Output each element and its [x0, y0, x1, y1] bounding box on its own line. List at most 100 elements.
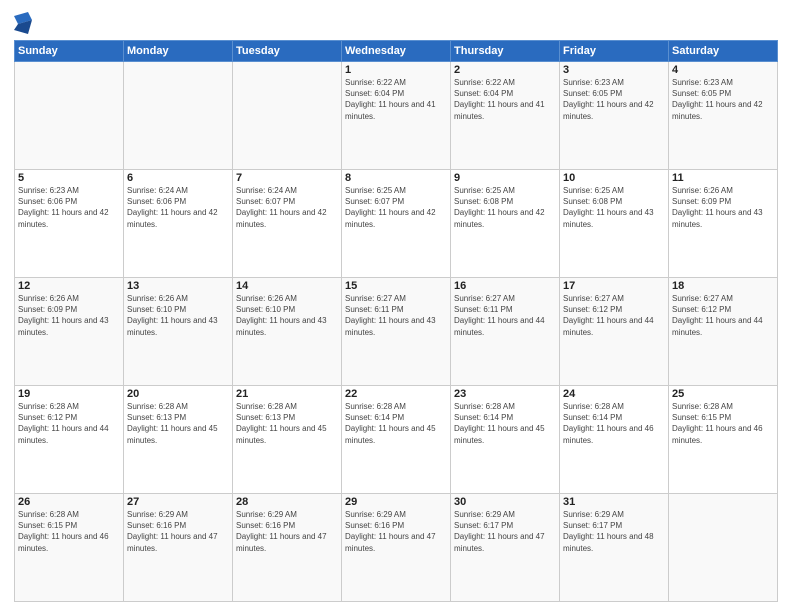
- day-number: 23: [454, 388, 556, 400]
- day-number: 19: [18, 388, 120, 400]
- day-info: Sunrise: 6:26 AMSunset: 6:09 PMDaylight:…: [18, 293, 120, 338]
- calendar-cell-5-6: 31Sunrise: 6:29 AMSunset: 6:17 PMDayligh…: [560, 494, 669, 602]
- day-number: 16: [454, 280, 556, 292]
- calendar-cell-2-7: 11Sunrise: 6:26 AMSunset: 6:09 PMDayligh…: [669, 170, 778, 278]
- day-number: 14: [236, 280, 338, 292]
- day-info: Sunrise: 6:29 AMSunset: 6:16 PMDaylight:…: [127, 509, 229, 554]
- day-number: 4: [672, 64, 774, 76]
- day-info: Sunrise: 6:29 AMSunset: 6:16 PMDaylight:…: [236, 509, 338, 554]
- day-info: Sunrise: 6:29 AMSunset: 6:17 PMDaylight:…: [454, 509, 556, 554]
- day-number: 15: [345, 280, 447, 292]
- logo-icon: [14, 12, 32, 34]
- calendar-cell-1-4: 1Sunrise: 6:22 AMSunset: 6:04 PMDaylight…: [342, 62, 451, 170]
- day-number: 22: [345, 388, 447, 400]
- day-number: 26: [18, 496, 120, 508]
- calendar-cell-3-1: 12Sunrise: 6:26 AMSunset: 6:09 PMDayligh…: [15, 278, 124, 386]
- weekday-header-wednesday: Wednesday: [342, 41, 451, 62]
- day-number: 20: [127, 388, 229, 400]
- calendar-cell-1-2: [124, 62, 233, 170]
- calendar-cell-4-3: 21Sunrise: 6:28 AMSunset: 6:13 PMDayligh…: [233, 386, 342, 494]
- day-info: Sunrise: 6:26 AMSunset: 6:10 PMDaylight:…: [127, 293, 229, 338]
- calendar-cell-2-6: 10Sunrise: 6:25 AMSunset: 6:08 PMDayligh…: [560, 170, 669, 278]
- day-number: 21: [236, 388, 338, 400]
- calendar-cell-2-4: 8Sunrise: 6:25 AMSunset: 6:07 PMDaylight…: [342, 170, 451, 278]
- day-number: 12: [18, 280, 120, 292]
- week-row-4: 19Sunrise: 6:28 AMSunset: 6:12 PMDayligh…: [15, 386, 778, 494]
- day-info: Sunrise: 6:29 AMSunset: 6:16 PMDaylight:…: [345, 509, 447, 554]
- day-info: Sunrise: 6:23 AMSunset: 6:05 PMDaylight:…: [672, 77, 774, 122]
- day-number: 10: [563, 172, 665, 184]
- calendar-header: SundayMondayTuesdayWednesdayThursdayFrid…: [15, 41, 778, 62]
- week-row-2: 5Sunrise: 6:23 AMSunset: 6:06 PMDaylight…: [15, 170, 778, 278]
- day-number: 24: [563, 388, 665, 400]
- calendar-cell-4-2: 20Sunrise: 6:28 AMSunset: 6:13 PMDayligh…: [124, 386, 233, 494]
- day-number: 7: [236, 172, 338, 184]
- calendar-cell-3-4: 15Sunrise: 6:27 AMSunset: 6:11 PMDayligh…: [342, 278, 451, 386]
- day-info: Sunrise: 6:24 AMSunset: 6:07 PMDaylight:…: [236, 185, 338, 230]
- calendar-table: SundayMondayTuesdayWednesdayThursdayFrid…: [14, 40, 778, 602]
- calendar-cell-5-1: 26Sunrise: 6:28 AMSunset: 6:15 PMDayligh…: [15, 494, 124, 602]
- day-number: 2: [454, 64, 556, 76]
- calendar-cell-3-3: 14Sunrise: 6:26 AMSunset: 6:10 PMDayligh…: [233, 278, 342, 386]
- weekday-header-saturday: Saturday: [669, 41, 778, 62]
- day-number: 18: [672, 280, 774, 292]
- day-info: Sunrise: 6:24 AMSunset: 6:06 PMDaylight:…: [127, 185, 229, 230]
- day-number: 3: [563, 64, 665, 76]
- weekday-header-monday: Monday: [124, 41, 233, 62]
- day-number: 6: [127, 172, 229, 184]
- day-info: Sunrise: 6:28 AMSunset: 6:13 PMDaylight:…: [236, 401, 338, 446]
- weekday-header-row: SundayMondayTuesdayWednesdayThursdayFrid…: [15, 41, 778, 62]
- weekday-header-thursday: Thursday: [451, 41, 560, 62]
- calendar-cell-3-6: 17Sunrise: 6:27 AMSunset: 6:12 PMDayligh…: [560, 278, 669, 386]
- day-info: Sunrise: 6:23 AMSunset: 6:05 PMDaylight:…: [563, 77, 665, 122]
- weekday-header-tuesday: Tuesday: [233, 41, 342, 62]
- calendar-cell-1-7: 4Sunrise: 6:23 AMSunset: 6:05 PMDaylight…: [669, 62, 778, 170]
- page: SundayMondayTuesdayWednesdayThursdayFrid…: [0, 0, 792, 612]
- day-number: 27: [127, 496, 229, 508]
- calendar-cell-4-5: 23Sunrise: 6:28 AMSunset: 6:14 PMDayligh…: [451, 386, 560, 494]
- day-number: 17: [563, 280, 665, 292]
- calendar-cell-3-5: 16Sunrise: 6:27 AMSunset: 6:11 PMDayligh…: [451, 278, 560, 386]
- day-info: Sunrise: 6:29 AMSunset: 6:17 PMDaylight:…: [563, 509, 665, 554]
- day-number: 8: [345, 172, 447, 184]
- day-info: Sunrise: 6:25 AMSunset: 6:08 PMDaylight:…: [563, 185, 665, 230]
- calendar-cell-4-1: 19Sunrise: 6:28 AMSunset: 6:12 PMDayligh…: [15, 386, 124, 494]
- calendar-cell-4-6: 24Sunrise: 6:28 AMSunset: 6:14 PMDayligh…: [560, 386, 669, 494]
- day-info: Sunrise: 6:28 AMSunset: 6:14 PMDaylight:…: [563, 401, 665, 446]
- calendar-cell-5-7: [669, 494, 778, 602]
- day-number: 25: [672, 388, 774, 400]
- day-number: 9: [454, 172, 556, 184]
- logo: [14, 10, 34, 34]
- calendar-cell-5-5: 30Sunrise: 6:29 AMSunset: 6:17 PMDayligh…: [451, 494, 560, 602]
- day-number: 5: [18, 172, 120, 184]
- calendar-cell-2-3: 7Sunrise: 6:24 AMSunset: 6:07 PMDaylight…: [233, 170, 342, 278]
- calendar-cell-2-2: 6Sunrise: 6:24 AMSunset: 6:06 PMDaylight…: [124, 170, 233, 278]
- day-info: Sunrise: 6:22 AMSunset: 6:04 PMDaylight:…: [345, 77, 447, 122]
- day-info: Sunrise: 6:28 AMSunset: 6:13 PMDaylight:…: [127, 401, 229, 446]
- calendar-cell-2-5: 9Sunrise: 6:25 AMSunset: 6:08 PMDaylight…: [451, 170, 560, 278]
- day-info: Sunrise: 6:27 AMSunset: 6:11 PMDaylight:…: [454, 293, 556, 338]
- day-number: 30: [454, 496, 556, 508]
- calendar-cell-1-3: [233, 62, 342, 170]
- calendar-cell-5-3: 28Sunrise: 6:29 AMSunset: 6:16 PMDayligh…: [233, 494, 342, 602]
- calendar-body: 1Sunrise: 6:22 AMSunset: 6:04 PMDaylight…: [15, 62, 778, 602]
- weekday-header-sunday: Sunday: [15, 41, 124, 62]
- day-info: Sunrise: 6:28 AMSunset: 6:14 PMDaylight:…: [345, 401, 447, 446]
- day-number: 29: [345, 496, 447, 508]
- day-info: Sunrise: 6:27 AMSunset: 6:12 PMDaylight:…: [672, 293, 774, 338]
- calendar-cell-3-2: 13Sunrise: 6:26 AMSunset: 6:10 PMDayligh…: [124, 278, 233, 386]
- header: [14, 10, 778, 34]
- day-info: Sunrise: 6:25 AMSunset: 6:08 PMDaylight:…: [454, 185, 556, 230]
- day-info: Sunrise: 6:26 AMSunset: 6:09 PMDaylight:…: [672, 185, 774, 230]
- day-info: Sunrise: 6:25 AMSunset: 6:07 PMDaylight:…: [345, 185, 447, 230]
- week-row-5: 26Sunrise: 6:28 AMSunset: 6:15 PMDayligh…: [15, 494, 778, 602]
- week-row-3: 12Sunrise: 6:26 AMSunset: 6:09 PMDayligh…: [15, 278, 778, 386]
- day-info: Sunrise: 6:26 AMSunset: 6:10 PMDaylight:…: [236, 293, 338, 338]
- day-info: Sunrise: 6:27 AMSunset: 6:11 PMDaylight:…: [345, 293, 447, 338]
- day-number: 28: [236, 496, 338, 508]
- day-number: 11: [672, 172, 774, 184]
- week-row-1: 1Sunrise: 6:22 AMSunset: 6:04 PMDaylight…: [15, 62, 778, 170]
- day-number: 31: [563, 496, 665, 508]
- calendar-cell-1-1: [15, 62, 124, 170]
- calendar-cell-1-6: 3Sunrise: 6:23 AMSunset: 6:05 PMDaylight…: [560, 62, 669, 170]
